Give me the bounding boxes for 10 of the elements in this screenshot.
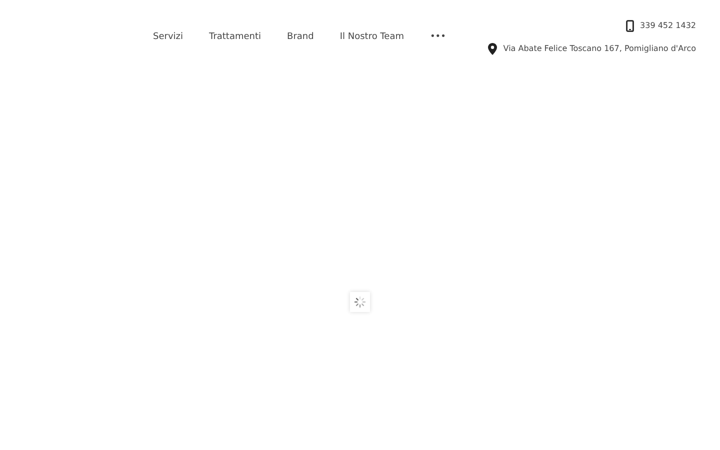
phone-number: 339 452 1432 — [640, 21, 696, 30]
nav-link[interactable]: ••• — [430, 31, 446, 45]
nav-link[interactable]: Servizi — [153, 31, 184, 45]
nav-link[interactable]: Trattamenti — [209, 31, 262, 45]
address: Via Abate Felice Toscano 167, Pomigliano d'Arco — [503, 44, 696, 53]
map-pin-icon — [488, 42, 498, 54]
loading-spinner-icon — [350, 292, 370, 312]
nav-link[interactable]: Brand — [287, 31, 314, 45]
nav-link[interactable]: Il Nostro Team — [340, 31, 404, 45]
phone-icon — [626, 20, 634, 32]
